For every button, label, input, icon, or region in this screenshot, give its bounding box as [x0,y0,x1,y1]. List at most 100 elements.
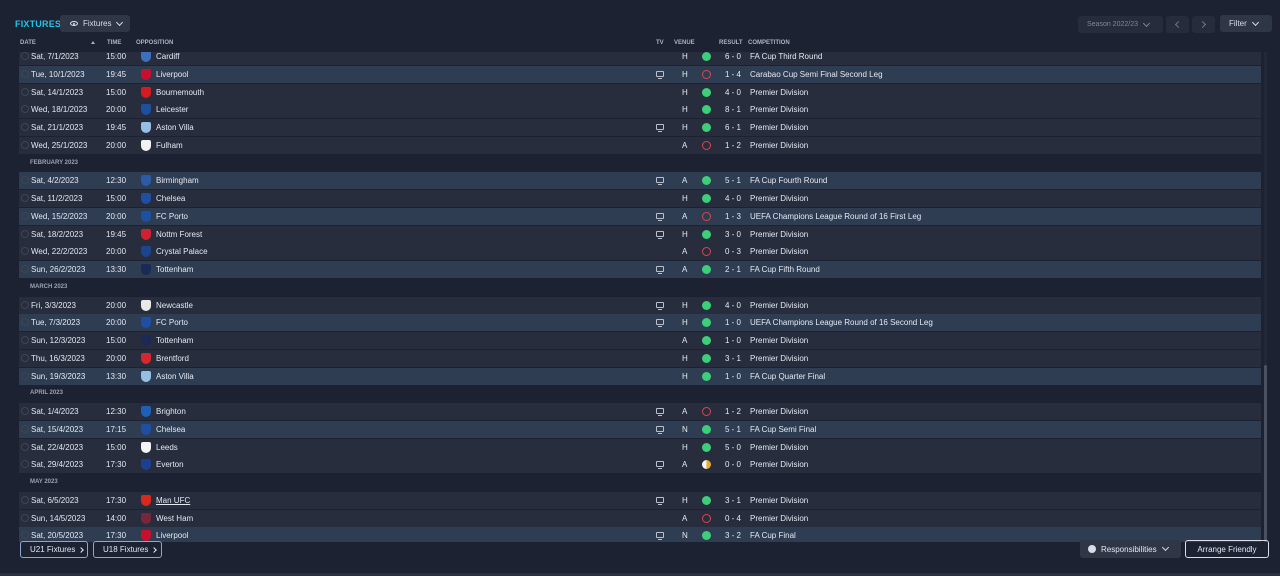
column-header-time[interactable]: TIME [107,40,121,46]
opposition-name[interactable]: Liverpool [156,531,188,540]
scrollbar-thumb[interactable] [1264,365,1267,542]
fixture-row[interactable]: Sat, 14/1/2023 15:00 Bournemouth H 4 - 0 Prem… [19,83,1261,101]
opposition-name[interactable]: Cardiff [156,52,179,61]
fixture-competition[interactable]: FA Cup Fourth Round [750,176,827,185]
prev-season-button[interactable] [1166,16,1189,33]
opposition-name[interactable]: Birmingham [156,176,199,185]
opposition-name[interactable]: Brighton [156,407,186,416]
fixture-competition[interactable]: Premier Division [750,336,808,345]
opposition-name[interactable]: Everton [156,460,184,469]
fixture-competition[interactable]: Premier Division [750,105,808,114]
fixture-competition[interactable]: Premier Division [750,354,808,363]
fixture-result[interactable]: 8 - 1 [725,105,741,114]
opposition-name[interactable]: Nottm Forest [156,230,202,239]
opposition-name[interactable]: West Ham [156,514,193,523]
fixture-row[interactable]: Sun, 12/3/2023 15:00 Tottenham A 1 - 0 Premie… [19,332,1261,349]
fixture-result[interactable]: 2 - 1 [725,265,741,274]
fixture-competition[interactable]: Premier Division [750,230,808,239]
fixture-result[interactable]: 1 - 0 [725,336,741,345]
fixture-row[interactable]: Wed, 25/1/2023 20:00 Fulham A 1 - 2 Premier D… [19,136,1261,154]
fixture-competition[interactable]: Premier Division [750,496,808,505]
fixture-row[interactable]: Sat, 20/5/2023 17:30 Liverpool N 3 - 2 FA Cup… [19,527,1261,542]
fixture-row[interactable]: Sat, 6/5/2023 17:30 Man UFC H 3 - 1 Premier D… [19,491,1261,509]
opposition-name[interactable]: Tottenham [156,265,193,274]
fixture-result[interactable]: 4 - 0 [725,88,741,97]
column-header-date[interactable]: DATE [20,40,36,46]
responsibilities-button[interactable]: Responsibilities [1080,540,1181,558]
fixture-result[interactable]: 3 - 1 [725,354,741,363]
fixture-result[interactable]: 3 - 0 [725,230,741,239]
opposition-name[interactable]: Liverpool [156,70,188,79]
opposition-name[interactable]: Newcastle [156,301,193,310]
opposition-name[interactable]: Chelsea [156,194,185,203]
fixture-result[interactable]: 4 - 0 [725,194,741,203]
opposition-name[interactable]: Aston Villa [156,123,194,132]
fixture-competition[interactable]: Premier Division [750,514,808,523]
fixture-competition[interactable]: Premier Division [750,407,808,416]
next-season-button[interactable] [1192,16,1215,33]
fixture-row[interactable]: Sun, 14/5/2023 14:00 West Ham A 0 - 4 Premier… [19,509,1261,527]
fixture-row[interactable]: Sat, 21/1/2023 19:45 Aston Villa H 6 - 1 Prem… [19,119,1261,136]
fixture-competition[interactable]: FA Cup Fifth Round [750,265,820,274]
fixture-competition[interactable]: FA Cup Quarter Final [750,372,825,381]
column-header-tv[interactable]: TV [656,40,664,46]
fixture-row[interactable]: Fri, 3/3/2023 20:00 Newcastle H 4 - 0 Premier… [19,296,1261,314]
fixture-row[interactable]: Wed, 22/2/2023 20:00 Crystal Palace A 0 - 3 P… [19,243,1261,261]
fixture-result[interactable]: 3 - 2 [725,531,741,540]
fixture-row[interactable]: Sat, 11/2/2023 15:00 Chelsea H 4 - 0 Premier … [19,190,1261,207]
fixture-result[interactable]: 4 - 0 [725,301,741,310]
fixture-competition[interactable]: Premier Division [750,301,808,310]
fixture-result[interactable]: 1 - 0 [725,372,741,381]
fixture-competition[interactable]: Carabao Cup Semi Final Second Leg [750,70,883,79]
opposition-name[interactable]: Tottenham [156,336,193,345]
opposition-name[interactable]: FC Porto [156,318,188,327]
opposition-name[interactable]: Man UFC [156,496,190,505]
fixture-result[interactable]: 5 - 1 [725,176,741,185]
fixture-result[interactable]: 0 - 0 [725,460,741,469]
fixture-row[interactable]: Tue, 7/3/2023 20:00 FC Porto H 1 - 0 UEFA Cha… [19,314,1261,332]
fixture-row[interactable]: Sat, 22/4/2023 15:00 Leeds H 5 - 0 Premier Di… [19,438,1261,456]
fixture-result[interactable]: 1 - 2 [725,141,741,150]
fixture-competition[interactable]: Premier Division [750,443,808,452]
opposition-name[interactable]: Fulham [156,141,183,150]
fixture-result[interactable]: 5 - 0 [725,443,741,452]
season-dropdown[interactable]: Season 2022/23 [1078,16,1163,33]
fixture-row[interactable]: Wed, 15/2/2023 20:00 FC Porto A 1 - 3 UEFA Ch… [19,207,1261,225]
fixture-competition[interactable]: Premier Division [750,141,808,150]
fixture-result[interactable]: 5 - 1 [725,425,741,434]
u21-fixtures-button[interactable]: U21 Fixtures [20,541,88,558]
fixture-row[interactable]: Thu, 16/3/2023 20:00 Brentford H 3 - 1 Premie… [19,349,1261,367]
fixture-competition[interactable]: FA Cup Final [750,531,796,540]
fixture-row[interactable]: Sun, 19/3/2023 13:30 Aston Villa H 1 - 0 FA C… [19,367,1261,385]
fixture-competition[interactable]: Premier Division [750,88,808,97]
arrange-friendly-button[interactable]: Arrange Friendly [1185,540,1269,558]
fixture-row[interactable]: Sat, 4/2/2023 12:30 Birmingham A 5 - 1 FA Cup… [19,172,1261,190]
fixture-row[interactable]: Sun, 26/2/2023 13:30 Tottenham A 2 - 1 FA Cup… [19,261,1261,278]
u18-fixtures-button[interactable]: U18 Fixtures [93,541,162,558]
fixture-competition[interactable]: FA Cup Third Round [750,52,822,61]
fixture-competition[interactable]: Premier Division [750,194,808,203]
column-header-result[interactable]: RESULT [719,40,743,46]
fixture-row[interactable]: Sat, 7/1/2023 15:00 Cardiff H 6 - 0 FA Cup Th… [19,52,1261,65]
fixture-result[interactable]: 1 - 2 [725,407,741,416]
fixture-result[interactable]: 6 - 1 [725,123,741,132]
fixture-row[interactable]: Sat, 15/4/2023 17:15 Chelsea N 5 - 1 FA Cup S… [19,420,1261,438]
fixture-result[interactable]: 1 - 4 [725,70,741,79]
fixture-result[interactable]: 0 - 3 [725,247,741,256]
opposition-name[interactable]: Aston Villa [156,372,194,381]
fixture-competition[interactable]: Premier Division [750,247,808,256]
opposition-name[interactable]: Leicester [156,105,188,114]
fixture-row[interactable]: Sat, 1/4/2023 12:30 Brighton A 1 - 2 Premier … [19,403,1261,420]
fixture-row[interactable]: Sat, 18/2/2023 19:45 Nottm Forest H 3 - 0 Pre… [19,225,1261,243]
opposition-name[interactable]: Leeds [156,443,178,452]
fixture-competition[interactable]: UEFA Champions League Round of 16 Second… [750,318,933,327]
fixture-row[interactable]: Tue, 10/1/2023 19:45 Liverpool H 1 - 4 Caraba… [19,65,1261,83]
fixture-result[interactable]: 1 - 3 [725,212,741,221]
filter-button[interactable]: Filter [1220,15,1272,32]
fixture-result[interactable]: 6 - 0 [725,52,741,61]
opposition-name[interactable]: Bournemouth [156,88,204,97]
fixture-result[interactable]: 1 - 0 [725,318,741,327]
column-header-opposition[interactable]: OPPOSITION [136,40,173,46]
column-header-competition[interactable]: COMPETITION [748,40,790,46]
opposition-name[interactable]: Brentford [156,354,189,363]
